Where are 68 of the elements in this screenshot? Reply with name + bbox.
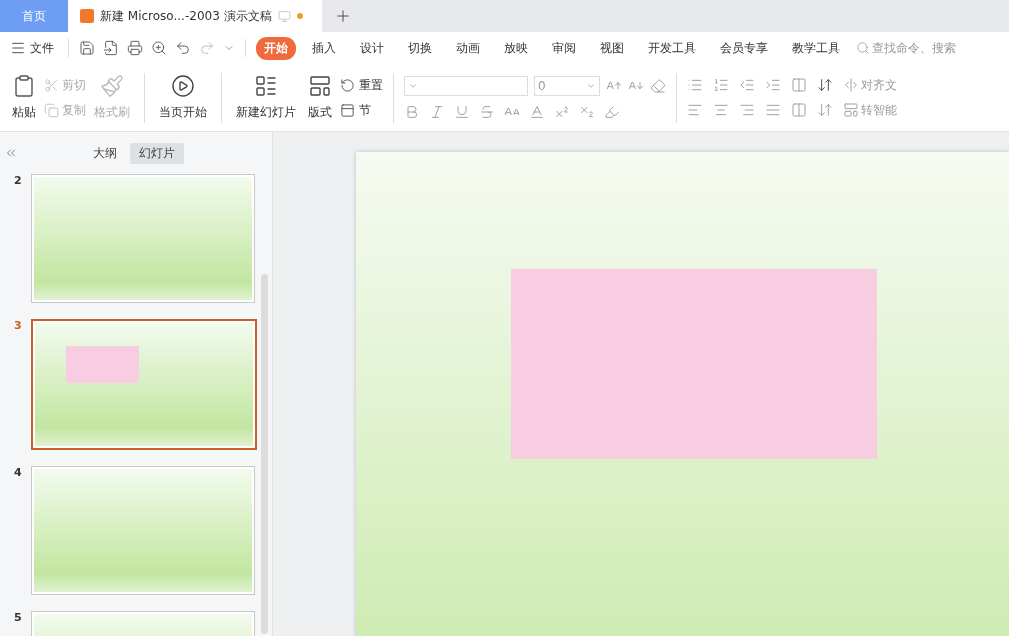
menu-tab[interactable]: 会员专享: [712, 36, 776, 60]
paste-button[interactable]: 粘贴: [12, 104, 36, 121]
menu-tab[interactable]: 动画: [448, 36, 488, 60]
layout-button[interactable]: 版式: [308, 104, 332, 121]
paste-icon[interactable]: [12, 74, 36, 98]
slide-number: 3: [14, 319, 23, 334]
menu-tab[interactable]: 切换: [400, 36, 440, 60]
slide-thumbnail[interactable]: [31, 466, 255, 595]
new-slide-icon[interactable]: [254, 74, 278, 98]
bold-icon[interactable]: [404, 103, 420, 120]
strikethrough-icon[interactable]: [479, 103, 495, 120]
brush-icon[interactable]: [100, 74, 124, 98]
menu-tab[interactable]: 视图: [592, 36, 632, 60]
slide-number: 2: [14, 174, 23, 189]
menu-icon[interactable]: [10, 40, 26, 56]
justify-icon[interactable]: [765, 102, 781, 118]
play-icon[interactable]: [171, 74, 195, 98]
layout-icon[interactable]: [308, 74, 332, 98]
slide-number: 5: [14, 611, 23, 626]
export-icon[interactable]: [103, 40, 119, 56]
menu-tab[interactable]: 教学工具: [784, 36, 848, 60]
save-icon[interactable]: [79, 40, 95, 56]
align-right-icon[interactable]: [739, 102, 755, 118]
sort-icon[interactable]: [817, 77, 833, 93]
slide-thumbnail[interactable]: [31, 174, 255, 303]
align-text-icon[interactable]: [843, 77, 859, 93]
reset-button[interactable]: 重置: [359, 76, 383, 94]
italic-icon[interactable]: [429, 103, 445, 120]
align-left-icon[interactable]: [687, 102, 703, 118]
undo-icon[interactable]: [175, 40, 191, 56]
print-icon[interactable]: [127, 40, 143, 56]
view-tab[interactable]: 大纲: [84, 142, 126, 164]
section-icon[interactable]: [340, 102, 355, 118]
search-icon[interactable]: [856, 41, 870, 55]
menu-tab[interactable]: 审阅: [544, 36, 584, 60]
view-tab[interactable]: 幻灯片: [130, 142, 184, 164]
indent-icon[interactable]: [765, 77, 781, 93]
presentation-icon: [80, 9, 94, 23]
menu-tab[interactable]: 设计: [352, 36, 392, 60]
new-slide-button[interactable]: 新建幻灯片: [236, 104, 296, 121]
numbered-list-icon[interactable]: [713, 77, 729, 93]
slide-thumbnail[interactable]: [31, 319, 257, 450]
eraser-icon[interactable]: [650, 77, 666, 94]
section-button[interactable]: 节: [359, 101, 371, 119]
menu-tab[interactable]: 插入: [304, 36, 344, 60]
reset-icon[interactable]: [340, 77, 355, 93]
redo-icon[interactable]: [199, 40, 215, 56]
file-menu[interactable]: 文件: [30, 39, 54, 57]
font-color-icon[interactable]: [529, 103, 545, 120]
scrollbar[interactable]: [261, 274, 268, 634]
tab-title: 新建 Microso...-2003 演示文稿: [100, 7, 272, 25]
bullet-list-icon[interactable]: [687, 77, 703, 93]
underline-icon[interactable]: [454, 103, 470, 120]
play-button[interactable]: 当页开始: [159, 104, 207, 121]
highlight-icon[interactable]: [604, 103, 620, 120]
print-preview-icon[interactable]: [151, 40, 167, 56]
unsaved-dot: [296, 13, 303, 19]
font-name-field[interactable]: [404, 75, 528, 96]
new-tab-icon[interactable]: [334, 7, 352, 25]
slide-number: 4: [14, 466, 23, 481]
menu-tab[interactable]: 开发工具: [640, 36, 704, 60]
collapse-icon[interactable]: [4, 146, 18, 160]
document-tab[interactable]: 新建 Microso...-2003 演示文稿: [68, 0, 322, 32]
align-center-icon[interactable]: [713, 102, 729, 118]
outdent-icon[interactable]: [739, 77, 755, 93]
monitor-icon[interactable]: [277, 9, 291, 23]
menu-tab[interactable]: 放映: [496, 36, 536, 60]
smart-art-icon[interactable]: [843, 102, 859, 118]
